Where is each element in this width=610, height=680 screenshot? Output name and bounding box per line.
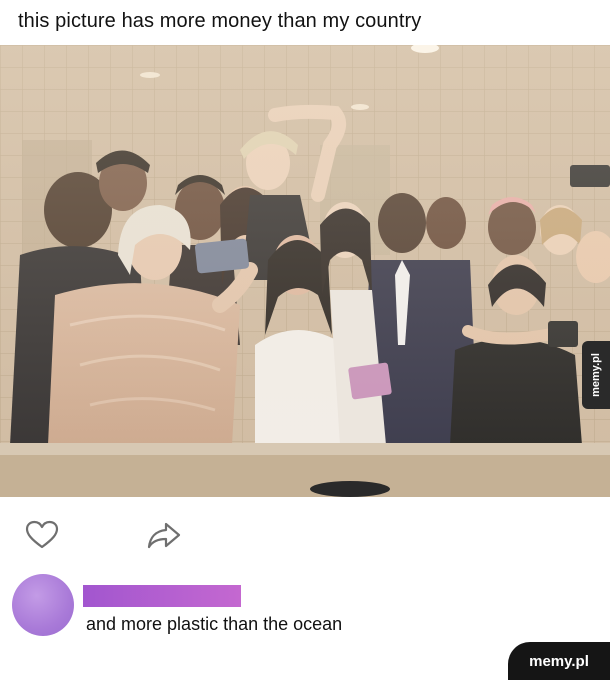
heart-outline-icon xyxy=(25,520,59,549)
side-watermark-label: memy.pl xyxy=(590,353,602,397)
brand-watermark[interactable]: memy.pl xyxy=(508,642,610,680)
share-arrow-icon xyxy=(147,522,181,549)
post-actions xyxy=(24,518,204,552)
comment-text: and more plastic than the ocean xyxy=(86,614,343,634)
brand-label: memy.pl xyxy=(529,652,589,670)
post-photo: memy.pl xyxy=(0,45,610,497)
side-watermark: memy.pl xyxy=(582,341,610,409)
username-redacted xyxy=(83,585,241,607)
share-button[interactable] xyxy=(146,518,182,552)
selfie-group-photo xyxy=(0,45,610,497)
post-title: this picture has more money than my coun… xyxy=(18,10,422,32)
like-button[interactable] xyxy=(24,518,60,552)
avatar[interactable] xyxy=(12,574,74,636)
comment: and more plastic than the ocean xyxy=(12,574,572,640)
